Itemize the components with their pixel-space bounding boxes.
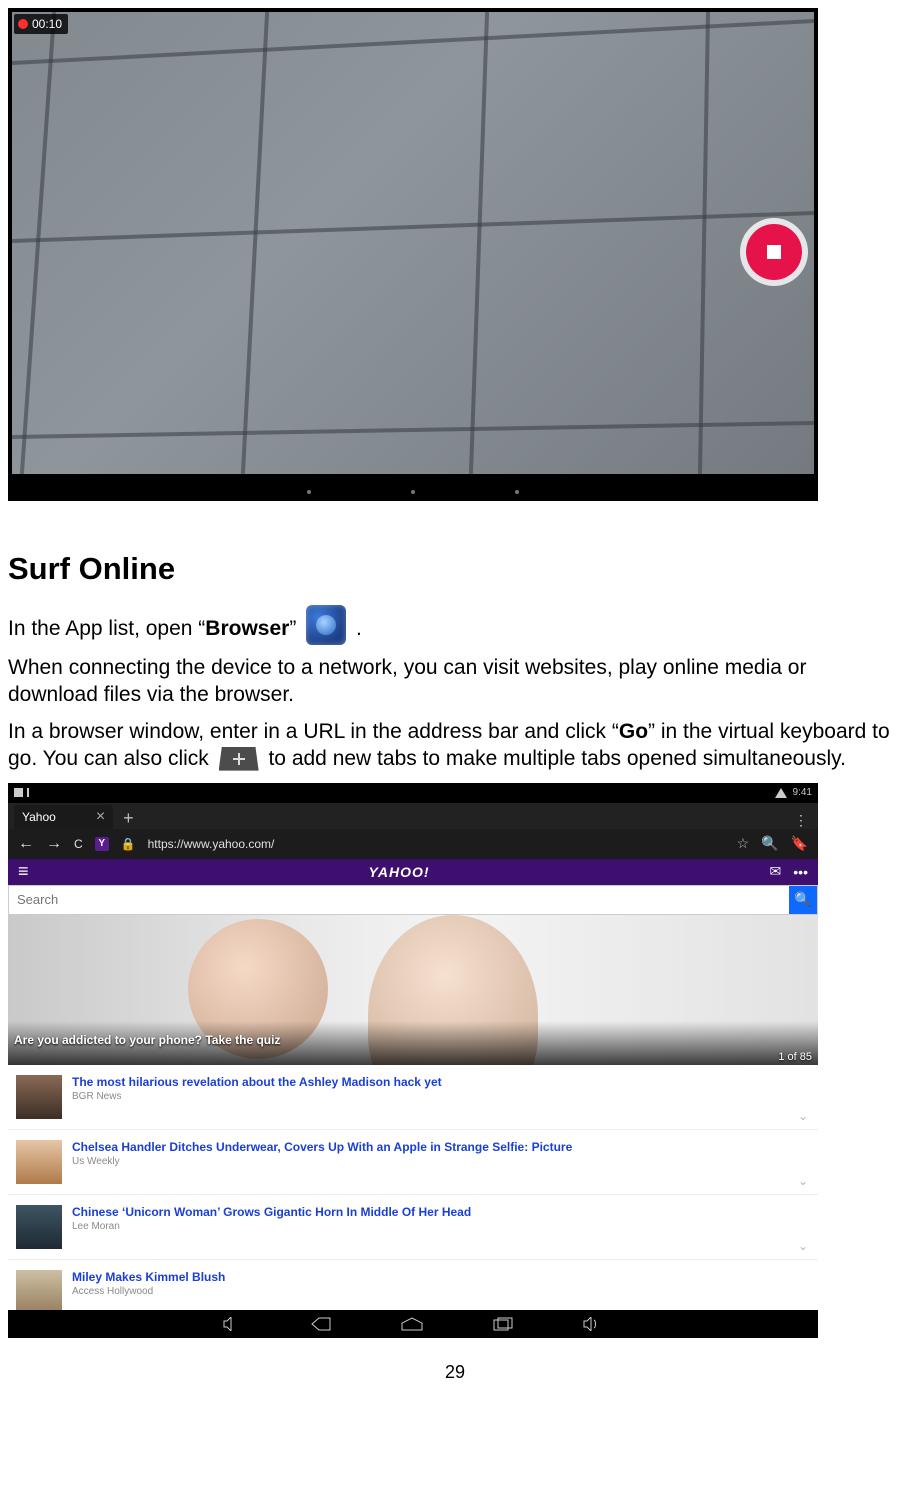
yahoo-search-bar: 🔍: [8, 885, 818, 915]
tab-label: Yahoo: [22, 810, 56, 824]
hero-counter: 1 of 85: [778, 1051, 812, 1063]
webpage-content: ≡ YAHOO! ✉ ••• 🔍 Are you addicted to you…: [8, 859, 818, 1310]
site-favicon: Y: [95, 837, 109, 851]
paragraph-url-go: In a browser window, enter in a URL in t…: [8, 719, 902, 773]
new-tab-icon: [219, 747, 259, 771]
news-list-item[interactable]: Miley Makes Kimmel Blush Access Hollywoo…: [8, 1260, 818, 1310]
search-button[interactable]: 🔍: [789, 886, 817, 914]
news-title: The most hilarious revelation about the …: [72, 1075, 442, 1089]
news-thumb: [16, 1270, 62, 1310]
hero-carousel[interactable]: Are you addicted to your phone? Take the…: [8, 915, 818, 1065]
recording-dot-icon: [18, 19, 28, 29]
yahoo-header: ≡ YAHOO! ✉ •••: [8, 859, 818, 885]
news-list-item[interactable]: Chinese ‘Unicorn Woman’ Grows Gigantic H…: [8, 1195, 818, 1260]
news-list-item[interactable]: The most hilarious revelation about the …: [8, 1065, 818, 1130]
news-title: Chelsea Handler Ditches Underwear, Cover…: [72, 1140, 572, 1154]
chevron-down-icon[interactable]: ⌄: [798, 1239, 808, 1253]
news-title: Chinese ‘Unicorn Woman’ Grows Gigantic H…: [72, 1205, 471, 1219]
browser-screenshot: 9:41 Yahoo × + ⋮ ← → C Y 🔒 https://www.y…: [8, 783, 818, 1338]
stop-record-button[interactable]: [746, 224, 802, 280]
status-left-icon: [14, 788, 23, 797]
mail-icon[interactable]: ✉: [770, 863, 782, 880]
forward-button[interactable]: →: [46, 835, 62, 853]
lock-icon: 🔒: [121, 837, 136, 851]
status-clock: 9:41: [793, 787, 812, 798]
chevron-down-icon[interactable]: ⌄: [798, 1174, 808, 1188]
news-list-item[interactable]: Chelsea Handler Ditches Underwear, Cover…: [8, 1130, 818, 1195]
page-number: 29: [8, 1362, 902, 1383]
paragraph-connect-network: When connecting the device to a network,…: [8, 655, 902, 709]
wifi-icon: [775, 788, 787, 798]
yahoo-search-input[interactable]: [9, 892, 789, 907]
recording-timer-text: 00:10: [32, 17, 62, 31]
recording-timer-badge: 00:10: [14, 14, 68, 34]
home-nav-icon[interactable]: [401, 1317, 423, 1331]
new-tab-button[interactable]: +: [113, 808, 144, 829]
yahoo-logo[interactable]: YAHOO!: [369, 864, 430, 880]
chevron-down-icon[interactable]: ⌄: [798, 1109, 808, 1123]
url-text[interactable]: https://www.yahoo.com/: [148, 837, 725, 851]
stop-icon: [767, 245, 781, 259]
search-icon[interactable]: 🔍: [761, 835, 778, 852]
star-icon[interactable]: ☆: [737, 835, 750, 852]
browser-overflow-menu[interactable]: ⋮: [784, 812, 818, 829]
back-button[interactable]: ←: [18, 835, 34, 853]
news-source: Lee Moran: [72, 1221, 471, 1232]
volume-up-icon[interactable]: [583, 1317, 603, 1331]
back-nav-icon[interactable]: [311, 1317, 331, 1331]
news-list: The most hilarious revelation about the …: [8, 1065, 818, 1310]
more-icon[interactable]: •••: [793, 864, 808, 880]
news-source: BGR News: [72, 1091, 442, 1102]
reload-button[interactable]: C: [74, 837, 83, 851]
browser-app-icon: [306, 605, 346, 645]
news-thumb: [16, 1075, 62, 1119]
news-source: Access Hollywood: [72, 1286, 225, 1297]
browser-tab-yahoo[interactable]: Yahoo ×: [14, 805, 113, 829]
camera-viewfinder: [12, 12, 814, 474]
news-thumb: [16, 1140, 62, 1184]
bookmark-icon[interactable]: 🔖: [791, 835, 808, 852]
hero-headline: Are you addicted to your phone? Take the…: [14, 1033, 280, 1047]
recent-apps-icon[interactable]: [493, 1317, 513, 1331]
android-status-bar: 9:41: [8, 783, 818, 803]
status-left-icon: [27, 788, 29, 797]
section-title: Surf Online: [8, 551, 902, 587]
browser-address-bar: ← → C Y 🔒 https://www.yahoo.com/ ☆ 🔍 🔖: [8, 829, 818, 859]
camera-recorder-screenshot: 00:10: [8, 8, 818, 501]
android-nav-bar: [8, 1310, 818, 1338]
browser-tabs-bar: Yahoo × + ⋮: [8, 803, 818, 829]
news-thumb: [16, 1205, 62, 1249]
system-nav-bar: [8, 474, 818, 501]
hamburger-icon[interactable]: ≡: [18, 861, 29, 882]
close-tab-icon[interactable]: ×: [96, 808, 105, 826]
paragraph-open-browser: In the App list, open “Browser” .: [8, 605, 902, 645]
news-title: Miley Makes Kimmel Blush: [72, 1270, 225, 1284]
volume-down-icon[interactable]: [223, 1317, 241, 1331]
news-source: Us Weekly: [72, 1156, 572, 1167]
